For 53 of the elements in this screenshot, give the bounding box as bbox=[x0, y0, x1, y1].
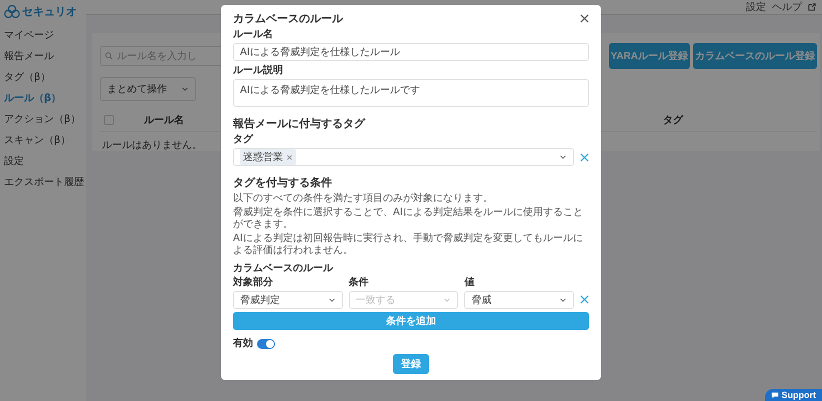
chevron-down-icon bbox=[328, 298, 336, 302]
toggle-label: 有効 bbox=[233, 338, 253, 350]
sidebar-item[interactable]: スキャン（β） bbox=[4, 133, 82, 147]
field-label: タグ bbox=[233, 134, 254, 146]
select-all-checkbox[interactable] bbox=[104, 115, 114, 125]
field-label: 条件 bbox=[348, 277, 370, 289]
sidebar-item[interactable]: ルール（β） bbox=[4, 91, 82, 105]
chat-icon bbox=[770, 391, 778, 399]
add-condition-button[interactable]: 条件を追加 bbox=[233, 312, 589, 330]
section-heading: タグを付与する条件 bbox=[233, 175, 333, 190]
sidebar-item[interactable]: マイページ bbox=[4, 28, 82, 42]
chevron-down-icon bbox=[558, 298, 567, 302]
sidebar-item[interactable]: 設定 bbox=[4, 154, 82, 168]
group-label: カラムベースのルール bbox=[233, 263, 334, 275]
sidebar-item[interactable]: タグ（β） bbox=[4, 70, 82, 84]
column-header: タグ bbox=[663, 114, 683, 127]
logo-icon bbox=[4, 4, 20, 18]
sidebar-item[interactable]: エクスポート履歴 bbox=[4, 175, 82, 189]
sidebar-item[interactable]: アクション（β） bbox=[4, 112, 82, 126]
support-button[interactable]: Support bbox=[764, 389, 822, 401]
field-label: ルール説明 bbox=[233, 65, 284, 77]
close-button[interactable] bbox=[580, 14, 589, 23]
condition-select[interactable]: 脅威判定 bbox=[233, 291, 343, 309]
bulk-action-dropdown[interactable]: まとめて操作 bbox=[100, 77, 196, 101]
external-link-icon bbox=[808, 3, 816, 11]
clear-button[interactable] bbox=[580, 152, 589, 162]
empty-message: ルールはありません。 bbox=[102, 140, 202, 151]
enabled-toggle[interactable] bbox=[257, 339, 275, 349]
textarea-field[interactable]: AIによる脅威判定を仕様したルールです bbox=[233, 79, 589, 107]
condition-select[interactable]: 脅威 bbox=[464, 291, 574, 309]
field-label: 値 bbox=[464, 277, 476, 289]
help-text: 脅威判定を条件に選択することで、AIによる判定結果をルールに使用することができます。 bbox=[233, 207, 584, 231]
input-field[interactable]: AIによる脅威判定を仕様したルール bbox=[233, 43, 589, 61]
remove-tag-icon[interactable] bbox=[286, 154, 293, 160]
help-text: 以下のすべての条件を満たす項目のみが対象になります。 bbox=[233, 193, 494, 205]
dialog-title: カラムベースのルール bbox=[233, 11, 343, 26]
chevron-down-icon bbox=[181, 86, 189, 92]
field-label: ルール名 bbox=[233, 29, 274, 41]
section-heading: 報告メールに付与するタグ bbox=[233, 116, 366, 131]
help-text: AIによる判定は初回報告時に実行され、手動で脅威判定を変更してもルールによる評価は行われません。 bbox=[233, 233, 584, 257]
remove-condition-button[interactable] bbox=[580, 295, 589, 304]
submit-button[interactable]: 登録 bbox=[393, 354, 429, 374]
logo-text: セキュリオ bbox=[22, 4, 77, 18]
sidebar-item[interactable]: 報告メール bbox=[4, 49, 82, 63]
tag-select[interactable]: 迷惑営業 bbox=[233, 148, 574, 166]
chevron-down-icon bbox=[559, 154, 567, 160]
column-header: ルール名 bbox=[144, 114, 184, 127]
chevron-down-icon bbox=[443, 298, 452, 302]
tag-chip: 迷惑営業 bbox=[240, 149, 296, 165]
header-link[interactable]: 設定 bbox=[746, 0, 766, 14]
field-label: 対象部分 bbox=[233, 277, 274, 289]
search-icon bbox=[105, 52, 113, 60]
header-link[interactable]: ヘルプ bbox=[772, 0, 802, 14]
